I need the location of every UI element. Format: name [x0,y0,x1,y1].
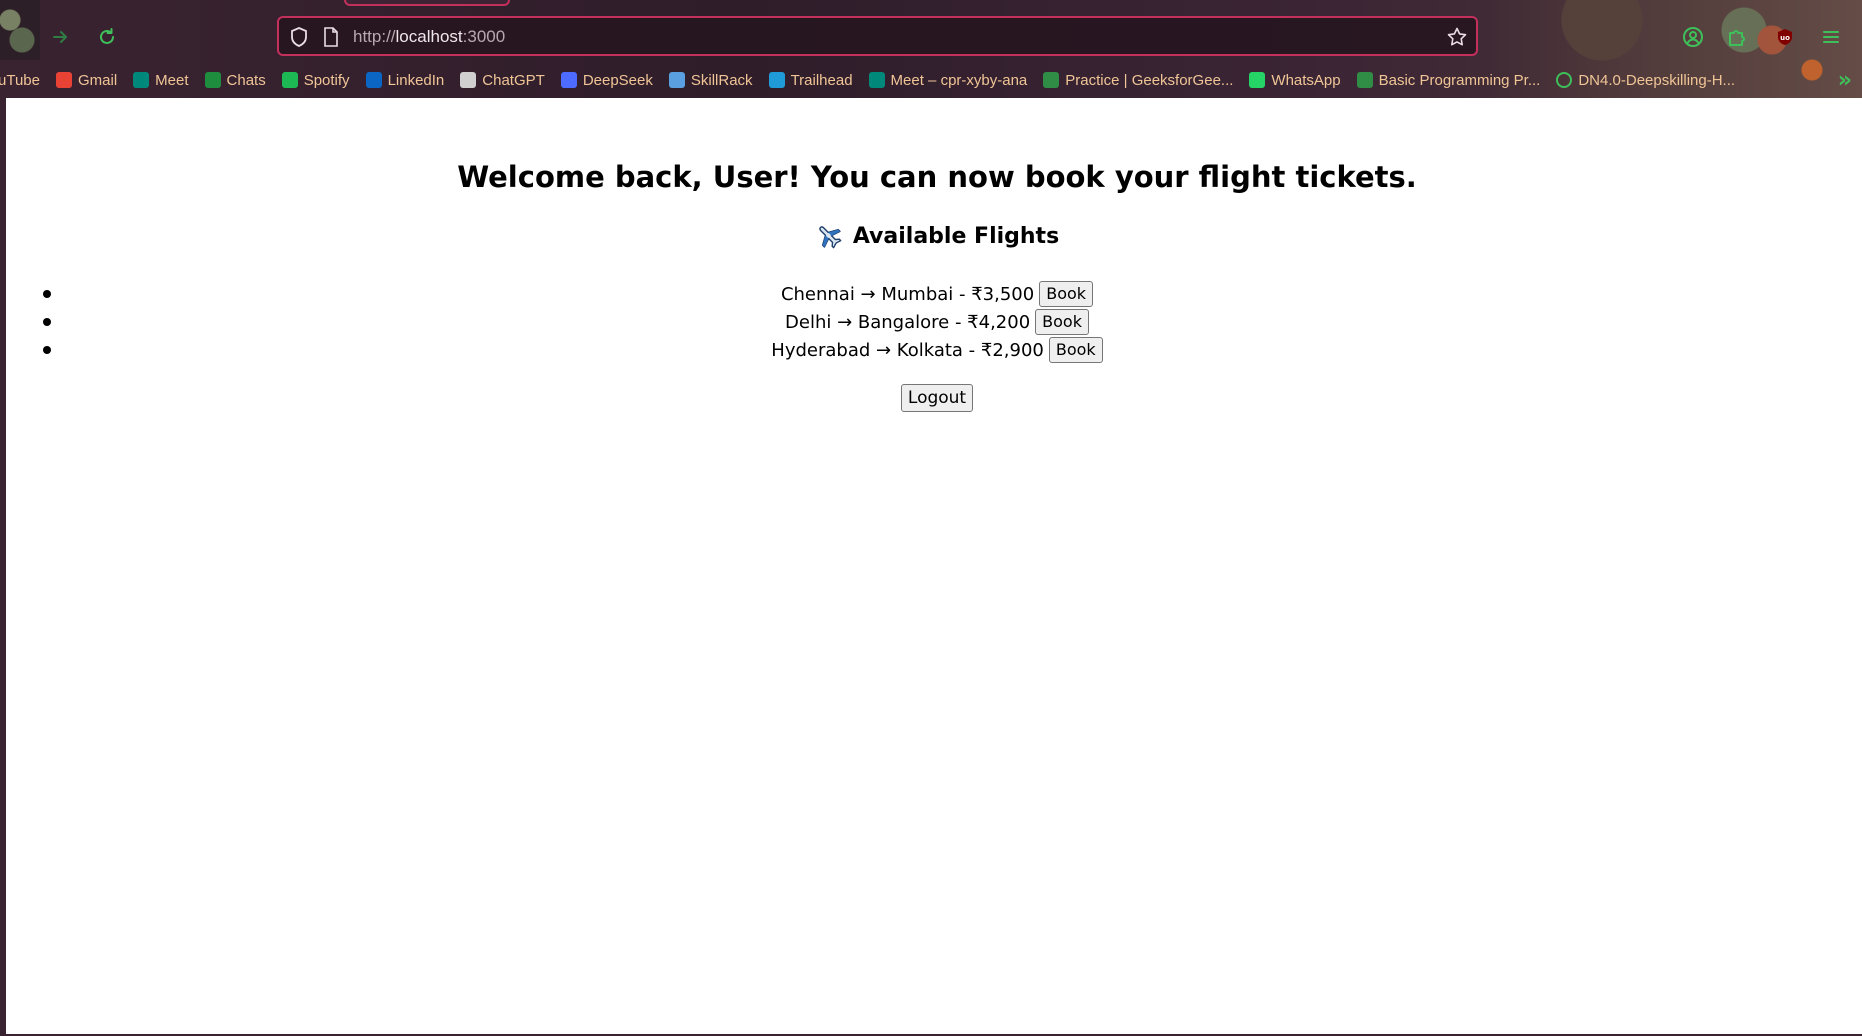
account-button[interactable] [1680,24,1706,50]
bookmark-label: Chats [226,71,266,89]
geeksforgeeks-icon [1043,72,1060,88]
bookmark-item[interactable]: LinkedIn [358,67,453,93]
url-port: :3000 [462,27,506,46]
bookmark-item[interactable]: DeepSeek [553,67,661,93]
geeksforgeeks-icon [1356,72,1373,88]
list-bullet [43,290,51,298]
chevron-double-right-icon[interactable]: » [1838,68,1852,93]
book-button[interactable]: Book [1039,281,1094,307]
active-tab[interactable] [344,0,510,6]
bookmark-item[interactable]: Meet – cpr-xyby-ana [861,67,1036,93]
available-flights-title: Available Flights [852,223,1060,249]
menu-button[interactable] [1818,24,1844,50]
bookmark-item[interactable]: Chats [197,67,274,93]
list-bullet [43,346,51,354]
svg-text:uo: uo [1780,34,1790,42]
bookmark-label: LinkedIn [387,71,445,89]
bookmarks-bar: uTube Gmail Meet Chats Spotify LinkedIn ChatGP… [0,66,1862,94]
gmail-icon [55,72,72,88]
available-flights-heading: Available Flights [6,222,1862,250]
extensions-button[interactable] [1724,24,1750,50]
page-content: Welcome back, User! You can now book you… [0,98,1862,1036]
bookmark-item[interactable]: Practice | GeeksforGee... [1035,67,1241,93]
bookmark-item[interactable]: SkillRack [661,67,761,93]
bookmark-item[interactable]: uTube [0,67,48,93]
url-scheme: http:// [353,27,396,46]
meet-icon [868,72,885,88]
chat-icon [204,72,221,88]
reload-icon [100,28,114,44]
linkedin-icon [365,72,382,88]
bookmark-item[interactable]: WhatsApp [1241,67,1348,93]
bookmark-label: SkillRack [690,71,753,89]
bookmark-label: DeepSeek [582,71,653,89]
bookmark-label: Meet – cpr-xyby-ana [890,71,1028,89]
book-button[interactable]: Book [1048,337,1103,363]
bookmark-item[interactable]: Meet [125,67,196,93]
arrow-right-icon [53,31,67,43]
bookmark-label: Practice | GeeksforGee... [1065,71,1234,89]
flight-route: Chennai → Mumbai - ₹3,500 [780,283,1035,305]
list-bullet [43,318,51,326]
account-icon [1683,27,1703,47]
bookmark-label: Meet [155,71,189,89]
bookmark-label: Basic Programming Pr... [1378,71,1541,89]
ublock-button[interactable]: uo [1772,24,1798,50]
chatgpt-icon [460,72,477,88]
address-bar[interactable]: http://localhost:3000 [277,16,1478,56]
bookmark-item[interactable]: Spotify [274,67,358,93]
bookmark-item[interactable]: Basic Programming Pr... [1349,67,1549,93]
logout-container: Logout [6,384,1862,412]
bookmark-label: uTube [0,71,40,89]
logout-button[interactable]: Logout [900,384,974,412]
url-text[interactable]: http://localhost:3000 [353,27,505,47]
puzzle-icon [1729,30,1745,46]
flight-list: Chennai → Mumbai - ₹3,500 Book Delhi → Ban… [6,280,1862,364]
star-icon[interactable] [1446,26,1468,48]
ublock-icon: uo [1778,29,1792,45]
flight-route: Delhi → Bangalore - ₹4,200 [785,311,1031,333]
page-icon[interactable] [323,26,339,48]
flight-route: Hyderabad → Kolkata - ₹2,900 [771,339,1044,361]
bookmark-label: DN4.0-Deepskilling-H... [1578,71,1736,89]
flight-item: Delhi → Bangalore - ₹4,200 Book [6,308,1862,336]
trailhead-icon [768,72,785,88]
shield-icon[interactable] [289,26,309,48]
bookmark-item[interactable]: Trailhead [761,67,861,93]
theme-artwork [0,0,40,60]
whatsapp-icon [1249,72,1266,88]
bookmark-label: Trailhead [790,71,853,89]
bookmark-label: WhatsApp [1271,71,1341,89]
browser-toolbar: http://localhost:3000 uo uTube Gmail Meet C… [0,0,1862,98]
meet-icon [133,72,150,88]
skillrack-icon [668,72,685,88]
book-button[interactable]: Book [1035,309,1089,335]
spotify-icon [281,72,298,88]
reload-button[interactable] [92,22,122,52]
deepseek-icon [560,72,577,88]
airplane-icon [819,226,842,249]
bookmark-item[interactable]: DN4.0-Deepskilling-H... [1548,67,1743,93]
bookmark-item[interactable]: ChatGPT [452,67,553,93]
forward-button[interactable] [46,22,76,52]
bookmark-label: ChatGPT [482,71,545,89]
bookmark-item[interactable]: Gmail [48,67,125,93]
flight-item: Chennai → Mumbai - ₹3,500 Book [6,280,1862,308]
hamburger-menu-icon [1823,31,1839,43]
flight-item: Hyderabad → Kolkata - ₹2,900 Book [6,336,1862,364]
welcome-heading: Welcome back, User! You can now book you… [457,160,1417,194]
url-host: localhost [395,27,463,46]
bookmark-label: Spotify [303,71,350,89]
bookmark-label: Gmail [77,71,118,89]
globe-icon [1556,72,1573,88]
